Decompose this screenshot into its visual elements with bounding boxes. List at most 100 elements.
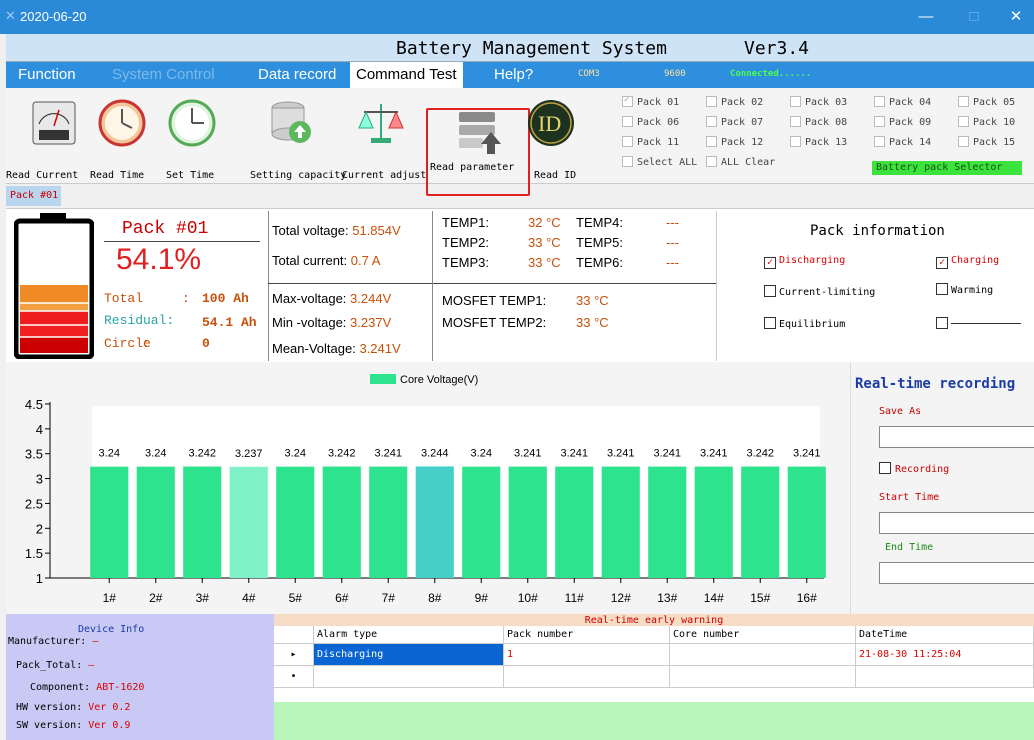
pack-checkbox-01[interactable]: ✓ Pack 01 <box>622 95 679 108</box>
all-clear-checkbox[interactable]: ALL Clear <box>706 156 775 168</box>
menu-function[interactable]: Function <box>12 62 82 88</box>
mosfet-temp1: MOSFET TEMP1: <box>442 293 547 308</box>
early-warning-panel: Real-time early warning Alarm type Pack … <box>274 614 1034 740</box>
title-bar: ✕ 2020-06-20 — □ ✕ <box>0 0 1034 34</box>
charging-checkbox[interactable]: ✓ Charging <box>936 255 999 269</box>
menu-help[interactable]: Help? <box>488 62 539 88</box>
x-tick-label: 13# <box>657 591 677 605</box>
discharging-checkbox[interactable]: ✓ Discharging <box>764 255 845 269</box>
checkmark-icon: ✓ <box>936 257 948 269</box>
connection-status: Connected...... <box>730 69 812 79</box>
unnamed-checkbox[interactable] <box>936 317 1021 330</box>
column-pack-number[interactable]: Pack number <box>504 626 670 644</box>
column-alarm-type[interactable]: Alarm type <box>314 626 504 644</box>
warning-datetime-cell[interactable]: 21-08-30 11:25:04 <box>856 644 1034 666</box>
y-tick-label: 2.5 <box>25 496 43 511</box>
set-clock-icon <box>167 98 217 148</box>
app-version: Ver3.4 <box>744 38 810 59</box>
recording-checkbox[interactable]: Recording <box>879 462 949 475</box>
x-tick-label: 3# <box>196 591 210 605</box>
bar-11# <box>555 466 594 578</box>
column-core-number[interactable]: Core number <box>670 626 856 644</box>
pack-checkbox-04[interactable]: Pack 04 <box>874 96 931 108</box>
y-tick-label: 3.5 <box>25 447 43 462</box>
warning-grid: Alarm type Pack number Core number DateT… <box>274 626 1034 702</box>
pack-checkbox-10[interactable]: Pack 10 <box>958 116 1015 128</box>
pack-checkbox-09[interactable]: Pack 09 <box>874 116 931 128</box>
bar-value-label: 3.241 <box>607 448 635 460</box>
warning-core-cell[interactable] <box>670 644 856 666</box>
recording-title: Real-time recording <box>855 376 1016 392</box>
legend-label: Core Voltage(V) <box>400 374 478 386</box>
bar-value-label: 3.241 <box>700 448 728 460</box>
pack-checkbox-02[interactable]: Pack 02 <box>706 96 763 108</box>
select-all-checkbox[interactable]: Select ALL <box>622 156 697 168</box>
menu-data-record[interactable]: Data record <box>252 62 342 88</box>
max-voltage: Max-voltage: 3.244V <box>272 291 392 306</box>
start-time-label: Start Time <box>879 492 940 503</box>
read-time-button[interactable]: Read Time <box>90 98 152 181</box>
total-label: Total <box>104 291 144 306</box>
row-selector-icon[interactable]: ▸ <box>274 644 314 666</box>
pack-checkbox-08[interactable]: Pack 08 <box>790 116 847 128</box>
new-row-icon[interactable]: • <box>274 666 314 688</box>
bar-value-label: 3.241 <box>793 448 821 460</box>
y-tick-label: 1.5 <box>25 546 43 561</box>
menu-system-control[interactable]: System Control <box>106 62 221 88</box>
save-as-input[interactable] <box>879 426 1034 448</box>
bar-16# <box>787 466 826 578</box>
warming-checkbox[interactable]: Warming <box>936 283 993 296</box>
residual-label: Residual: <box>104 313 175 328</box>
residual-capacity: 54.1 Ah <box>202 315 257 330</box>
minimize-button[interactable]: — <box>914 6 938 28</box>
toolbar: Read Current Read Time Set Time Setting … <box>6 88 1034 196</box>
upload-stack-icon <box>453 106 503 156</box>
bar-value-label: 3.241 <box>653 448 681 460</box>
total-current: Total current: 0.7 A <box>272 253 381 268</box>
read-id-button[interactable]: ID Read ID <box>526 98 576 181</box>
current-limiting-checkbox[interactable]: Current-limiting <box>764 285 875 298</box>
column-datetime[interactable]: DateTime <box>856 626 1034 644</box>
setting-capacity-button[interactable]: Setting capacity <box>250 98 346 181</box>
read-current-label: Read Current <box>6 170 79 181</box>
maximize-button[interactable]: □ <box>962 6 986 28</box>
battery-gauge-icon <box>14 213 94 359</box>
x-tick-label: 8# <box>428 591 442 605</box>
cycle-count: 0 <box>202 336 210 351</box>
pack-checkbox-11[interactable]: Pack 11 <box>622 136 679 148</box>
warning-alarm-cell[interactable]: Discharging <box>314 644 504 666</box>
warning-pack-cell[interactable]: 1 <box>504 644 670 666</box>
bar-value-label: 3.242 <box>746 448 774 460</box>
menu-command-test[interactable]: Command Test <box>350 62 463 88</box>
pack-checkbox-05[interactable]: Pack 05 <box>958 96 1015 108</box>
bar-6# <box>322 466 361 578</box>
pack-checkbox-03[interactable]: Pack 03 <box>790 96 847 108</box>
pack-checkbox-15[interactable]: Pack 15 <box>958 136 1015 148</box>
bar-value-label: 3.237 <box>235 448 263 460</box>
current-adjust-button[interactable]: Current adjust <box>342 98 426 181</box>
bar-value-label: 3.24 <box>285 448 306 460</box>
pack-checkbox-14[interactable]: Pack 14 <box>874 136 931 148</box>
end-time-input[interactable] <box>879 562 1034 584</box>
id-badge-icon: ID <box>526 98 576 148</box>
start-time-input[interactable] <box>879 512 1034 534</box>
pack-checkbox-06[interactable]: Pack 06 <box>622 116 679 128</box>
tab-pack-01[interactable]: Pack #01 <box>6 186 61 206</box>
set-time-button[interactable]: Set Time <box>162 98 222 181</box>
component: Component: ABT-1620 <box>30 682 145 693</box>
x-tick-label: 14# <box>704 591 724 605</box>
read-parameter-button[interactable]: Read parameter <box>426 108 530 196</box>
equilibrium-checkbox[interactable]: Equilibrium <box>764 317 845 330</box>
x-tick-label: 16# <box>797 591 817 605</box>
pack-checkbox-07[interactable]: Pack 07 <box>706 116 763 128</box>
app-header: Battery Management System Ver3.4 <box>6 34 1034 62</box>
pack-checkbox-13[interactable]: Pack 13 <box>790 136 847 148</box>
read-current-button[interactable]: Read Current <box>6 98 94 181</box>
bar-value-label: 3.241 <box>560 448 588 460</box>
pack-checkbox-12[interactable]: Pack 12 <box>706 136 763 148</box>
set-time-label: Set Time <box>166 170 215 181</box>
close-button[interactable]: ✕ <box>1004 6 1028 28</box>
bar-value-label: 3.242 <box>188 448 216 460</box>
y-tick-label: 2 <box>36 521 43 536</box>
x-tick-label: 7# <box>382 591 396 605</box>
